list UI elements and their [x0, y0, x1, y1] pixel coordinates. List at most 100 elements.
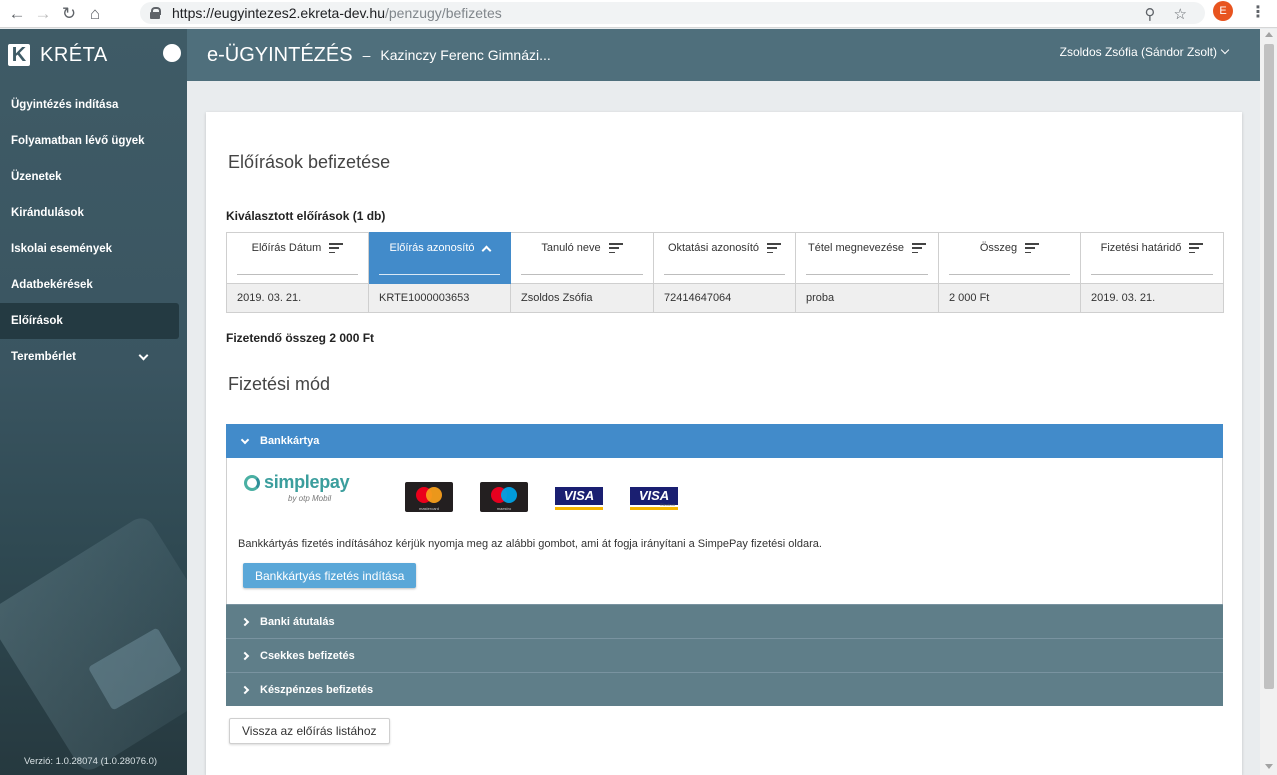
maestro-logo-icon: maestro [480, 482, 528, 512]
column-header-tetel[interactable]: Tétel megnevezése [795, 232, 939, 284]
page-title: Előírások befizetése [228, 152, 391, 172]
brand[interactable]: K KRÉTA [0, 29, 187, 81]
table-cell: KRTE1000003653 [368, 283, 511, 313]
browser-menu-icon[interactable]: ⋮ [1250, 2, 1266, 22]
column-header-label: Összeg [979, 242, 1018, 254]
column-filter-input[interactable] [379, 274, 500, 275]
filter-icon[interactable] [1189, 243, 1204, 253]
column-header-label: Fizetési határidő [1100, 242, 1182, 254]
home-icon[interactable]: ⌂ [82, 3, 108, 25]
simplepay-mark-icon [244, 475, 260, 491]
column-header-label: Tétel megnevezése [808, 242, 904, 254]
card-payment-info: Bankkártyás fizetés indításához kérjük n… [238, 538, 822, 550]
payment-accordion: Bankkártya simplepay by otp Mobil master… [226, 424, 1223, 706]
column-header-label: Előírás Dátum [251, 242, 322, 254]
filter-icon[interactable] [912, 243, 926, 253]
user-name: Zsoldos Zsófia (Sándor Zsolt) [1059, 45, 1217, 59]
chevron-down-icon [1220, 45, 1230, 55]
column-filter-input[interactable] [1091, 274, 1213, 275]
sidebar-item-ugyintezes-inditasa[interactable]: Ügyintézés indítása [0, 87, 187, 123]
column-filter-input[interactable] [949, 274, 1070, 275]
logo-caption: mastercard [418, 506, 439, 511]
visa-logo-text: VISA [555, 487, 603, 505]
column-filter-input[interactable] [806, 274, 928, 275]
user-menu[interactable]: Zsoldos Zsófia (Sándor Zsolt) [1059, 45, 1230, 59]
address-bar[interactable]: https://eugyintezes2.ekreta-dev.hu/penzu… [140, 2, 1205, 24]
scrollbar-thumb[interactable] [1264, 44, 1274, 689]
scroll-up-arrow-icon[interactable] [1265, 32, 1273, 37]
accordion-header-bankkartya[interactable]: Bankkártya [226, 424, 1223, 458]
column-header-azonosito[interactable]: Előírás azonosító [368, 232, 511, 284]
sidebar-item-label: Üzenetek [11, 171, 62, 183]
column-header-tanulo[interactable]: Tanuló neve [510, 232, 654, 284]
accordion-panel-bankkartya: simplepay by otp Mobil mastercard maestr… [226, 458, 1223, 604]
column-filter-input[interactable] [664, 274, 785, 275]
chevron-down-icon [240, 435, 250, 444]
url-path: /penzugy/befizetes [384, 5, 502, 21]
sidebar-item-label: Iskolai események [11, 243, 113, 255]
table-cell: 2019. 03. 21. [1080, 283, 1224, 313]
column-header-label: Előírás azonosító [389, 242, 475, 254]
filter-icon[interactable] [1025, 243, 1040, 253]
sidebar-item-terembérlet[interactable]: Terembérlet [0, 339, 187, 375]
sidebar-item-folyamatban[interactable]: Folyamatban lévő ügyek [0, 123, 187, 159]
accordion-title: Banki átutalás [260, 615, 335, 628]
chevron-down-icon [138, 350, 149, 361]
sidebar-item-label: Előírások [11, 315, 63, 327]
logo-caption: maestro [496, 506, 512, 511]
accordion-header-keszpenzes-befizetes[interactable]: Készpénzes befizetés [226, 672, 1223, 706]
simplepay-by-text: by otp Mobil [288, 494, 332, 503]
table-cell: 2 000 Ft [938, 283, 1081, 313]
scroll-down-arrow-icon[interactable] [1265, 764, 1273, 769]
accordion-header-csekkes-befizetes[interactable]: Csekkes befizetés [226, 638, 1223, 672]
star-icon[interactable]: ☆ [1174, 5, 1187, 23]
back-to-list-button[interactable]: Vissza az előírás listához [229, 718, 390, 744]
filter-icon[interactable] [608, 243, 623, 253]
column-header-hatarido[interactable]: Fizetési határidő [1080, 232, 1224, 284]
zoom-icon[interactable]: ⚲ [1145, 5, 1156, 23]
chevron-right-icon [240, 651, 250, 660]
payment-method-title: Fizetési mód [228, 374, 331, 394]
table-cell: 72414647064 [653, 283, 796, 313]
version-label: Verzió: 1.0.28074 (1.0.28076.0) [24, 756, 158, 767]
sidebar-item-label: Kirándulások [11, 207, 84, 219]
sidebar-item-label: Folyamatban lévő ügyek [11, 135, 145, 147]
accordion-header-banki-atutalas[interactable]: Banki átutalás [226, 604, 1223, 638]
profile-avatar[interactable]: E [1213, 1, 1233, 21]
sidebar-item-eloirasok[interactable]: Előírások [0, 303, 179, 339]
url-host: https://eugyintezes2.ekreta-dev.hu [172, 5, 385, 21]
table-cell: 2019. 03. 21. [226, 283, 369, 313]
filter-icon[interactable] [767, 243, 782, 253]
browser-toolbar: ← → ↻ ⌂ https://eugyintezes2.ekreta-dev.… [0, 0, 1277, 28]
payable-amount: Fizetendő összeg 2 000 Ft [226, 331, 375, 345]
column-filter-input[interactable] [237, 274, 358, 275]
column-header-oktatasi-azonosito[interactable]: Oktatási azonosító [653, 232, 796, 284]
back-arrow-icon[interactable]: ← [4, 3, 30, 25]
brand-name: KRÉTA [40, 43, 108, 66]
sidebar-item-iskolai-esemenyek[interactable]: Iskolai események [0, 231, 187, 267]
sidebar-item-kirandulasok[interactable]: Kirándulások [0, 195, 187, 231]
app-title: e-ÜGYINTÉZÉS [207, 43, 353, 66]
sidebar-item-label: Adatbekérések [11, 279, 93, 291]
selected-count-label: Kiválasztott előírások (1 db) [226, 209, 386, 223]
lock-icon [150, 7, 161, 19]
table-cell: Zsoldos Zsófia [510, 283, 654, 313]
table-row[interactable]: 2019. 03. 21. KRTE1000003653 Zsoldos Zsó… [226, 283, 1224, 313]
reload-icon[interactable]: ↻ [56, 3, 82, 25]
column-header-osszeg[interactable]: Összeg [938, 232, 1081, 284]
column-filter-input[interactable] [521, 274, 643, 275]
school-name: Kazinczy Ferenc Gimnázi... [380, 47, 551, 63]
column-header-label: Oktatási azonosító [667, 242, 760, 254]
sort-ascending-icon [481, 245, 491, 255]
sidebar-menu: Ügyintézés indítása Folyamatban lévő ügy… [0, 87, 187, 375]
start-card-payment-button[interactable]: Bankkártyás fizetés indítása [243, 563, 417, 588]
visa-electron-logo-icon: VISA Electron [630, 482, 678, 512]
sidebar-item-uzenetek[interactable]: Üzenetek [0, 159, 187, 195]
sidebar-item-adatbekeresek[interactable]: Adatbekérések [0, 267, 187, 303]
accordion-title: Csekkes befizetés [260, 649, 355, 662]
main-card: Előírások befizetése Kiválasztott előírá… [206, 112, 1242, 775]
column-header-datum[interactable]: Előírás Dátum [226, 232, 369, 284]
sidebar-toggle-icon[interactable] [163, 44, 181, 62]
filter-icon[interactable] [329, 243, 344, 253]
forward-arrow-icon[interactable]: → [30, 3, 56, 25]
